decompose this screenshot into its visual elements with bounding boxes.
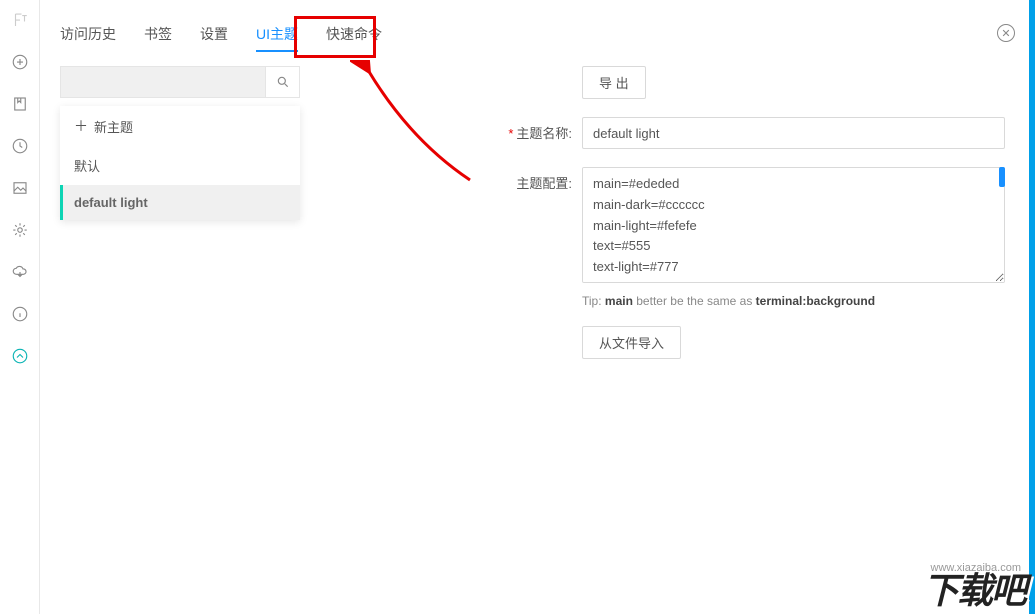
plus-icon: ＋ (74, 116, 88, 136)
image-icon[interactable] (10, 178, 30, 198)
tab-bar: 访问历史 书签 设置 UI主题 快速命令 (40, 0, 1035, 66)
search-button[interactable] (266, 66, 300, 98)
theme-name-input[interactable] (582, 117, 1005, 149)
watermark-text: 下载吧 (923, 562, 1025, 614)
logo-icon[interactable] (10, 10, 30, 30)
info-icon[interactable] (10, 304, 30, 324)
theme-list-panel: ＋ 新主题 默认 default light (60, 66, 300, 377)
config-tip: Tip: main better be the same as terminal… (582, 294, 1005, 308)
theme-name-label: *主题名称: (500, 117, 582, 142)
search-icon (276, 75, 290, 89)
theme-item-default-light[interactable]: default light (60, 185, 300, 220)
close-button[interactable]: ✕ (997, 24, 1015, 42)
search-input[interactable] (60, 66, 266, 98)
tab-quick-commands[interactable]: 快速命令 (326, 24, 382, 52)
theme-config-label: 主题配置: (500, 167, 582, 192)
tab-settings[interactable]: 设置 (200, 24, 228, 52)
import-from-file-button[interactable]: 从文件导入 (582, 326, 681, 359)
theme-list: ＋ 新主题 默认 default light (60, 106, 300, 220)
content-area: ＋ 新主题 默认 default light 导 出 *主题名称: (40, 66, 1035, 377)
new-theme-item[interactable]: ＋ 新主题 (60, 106, 300, 146)
scrollbar-thumb[interactable] (999, 167, 1005, 187)
sync-icon[interactable] (10, 346, 30, 366)
theme-item-default[interactable]: 默认 (60, 146, 300, 185)
main-panel: 访问历史 书签 设置 UI主题 快速命令 ✕ ＋ 新主题 默认 default … (40, 0, 1035, 614)
tab-ui-theme[interactable]: UI主题 (256, 24, 298, 52)
theme-form-panel: 导 出 *主题名称: 主题配置: Tip: main better be t (320, 66, 1015, 377)
tab-history[interactable]: 访问历史 (60, 24, 116, 52)
export-button[interactable]: 导 出 (582, 66, 646, 99)
clock-icon[interactable] (10, 136, 30, 156)
right-edge-accent (1029, 0, 1035, 614)
plus-circle-icon[interactable] (10, 52, 30, 72)
search-row (60, 66, 300, 98)
new-theme-label: 新主题 (94, 117, 133, 136)
bookmark-icon[interactable] (10, 94, 30, 114)
tab-bookmarks[interactable]: 书签 (144, 24, 172, 52)
gear-icon[interactable] (10, 220, 30, 240)
cloud-download-icon[interactable] (10, 262, 30, 282)
theme-config-textarea[interactable] (582, 167, 1005, 283)
app-sidebar (0, 0, 40, 614)
